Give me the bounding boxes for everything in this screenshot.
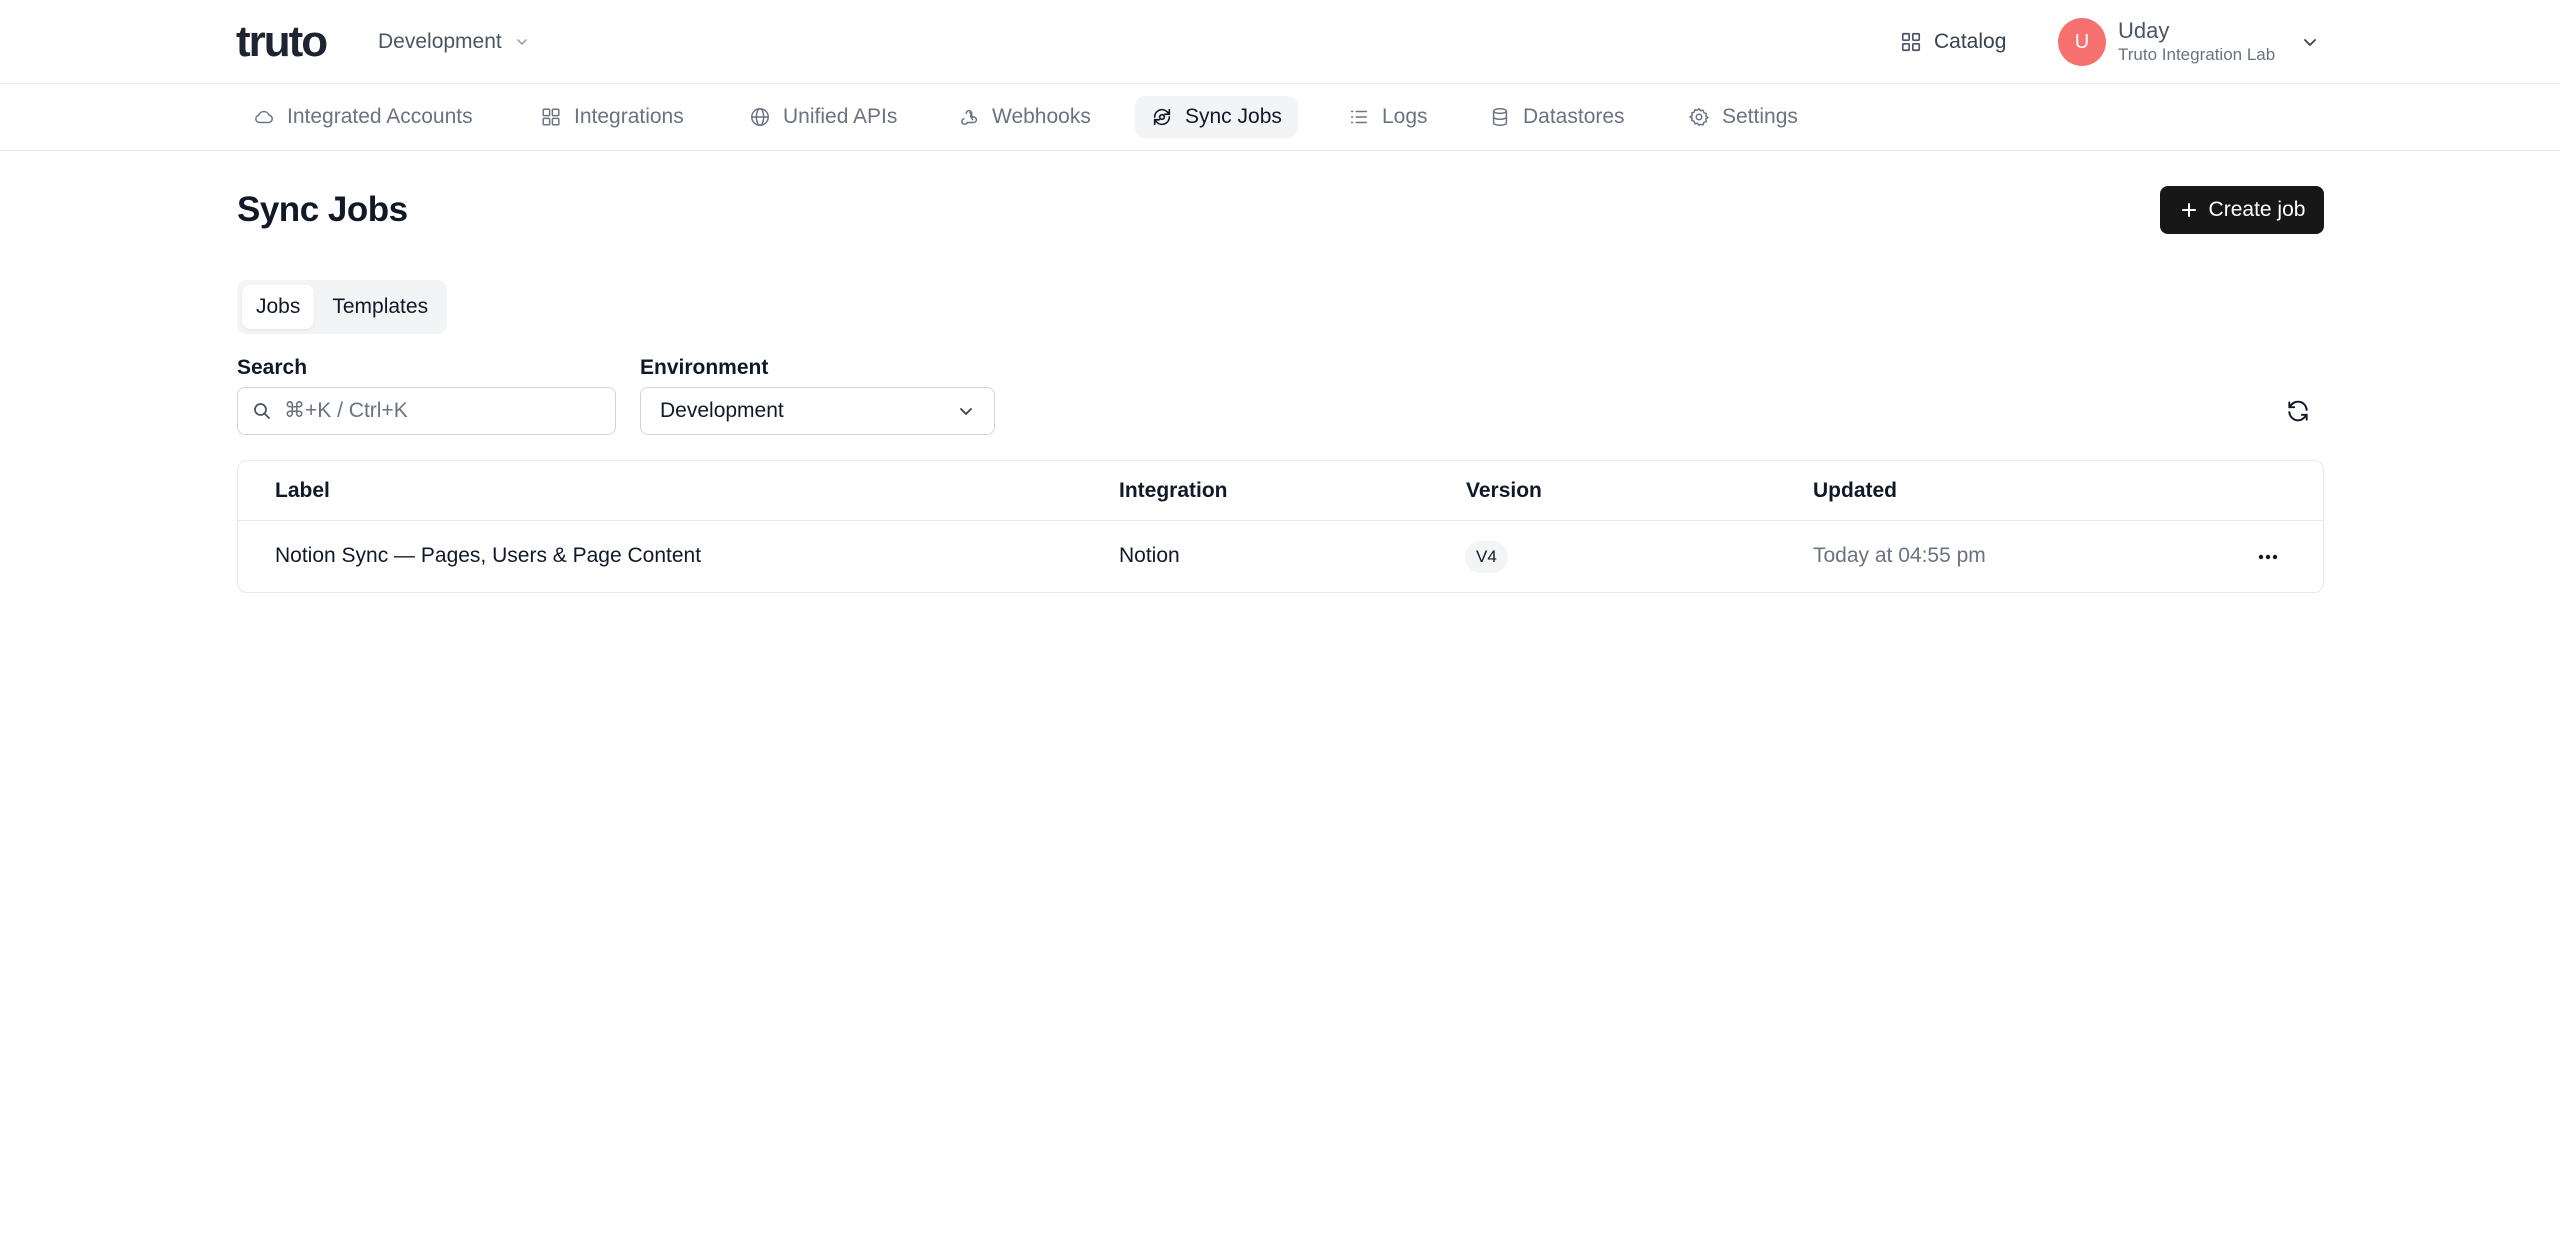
- environment-switcher-label: Development: [378, 30, 502, 53]
- nav-item-label: Datastores: [1523, 105, 1625, 128]
- nav-item-label: Integrations: [574, 105, 684, 128]
- database-icon: [1492, 108, 1508, 126]
- nav-item-integrations[interactable]: Integrations: [524, 96, 700, 138]
- nav-item-label: Integrated Accounts: [287, 105, 473, 128]
- environment-switcher[interactable]: Development: [378, 26, 530, 58]
- truto-logo[interactable]: truto: [236, 17, 328, 66]
- environment-label: Environment: [640, 356, 769, 379]
- create-job-label: Create job: [2208, 198, 2306, 221]
- refresh-button[interactable]: [2282, 395, 2314, 427]
- job-integration: Notion: [1119, 544, 1180, 567]
- tab-jobs[interactable]: Jobs: [242, 285, 315, 329]
- page-title: Sync Jobs: [237, 190, 408, 229]
- nav-item-settings[interactable]: Settings: [1672, 96, 1814, 138]
- nav-item-label: Sync Jobs: [1185, 105, 1282, 128]
- job-updated: Today at 04:55 pm: [1813, 544, 1986, 567]
- top-header: truto Development Catalog U Uday Truto I…: [0, 0, 2560, 84]
- row-actions-button[interactable]: [2248, 543, 2288, 571]
- nav-item-sync-jobs[interactable]: Sync Jobs: [1135, 96, 1298, 138]
- nav-item-label: Unified APIs: [783, 105, 898, 128]
- main-nav: Integrated Accounts Integrations Unified…: [0, 84, 2560, 151]
- search-field[interactable]: [237, 387, 616, 435]
- search-input[interactable]: [284, 399, 584, 423]
- user-menu[interactable]: U Uday Truto Integration Lab: [2058, 16, 2275, 68]
- search-icon: [254, 403, 270, 419]
- nav-item-label: Settings: [1722, 105, 1798, 128]
- column-header-version: Version: [1466, 479, 1542, 502]
- chevron-down-icon[interactable]: [2300, 32, 2320, 52]
- nav-item-label: Webhooks: [992, 105, 1091, 128]
- more-horizontal-icon: [2258, 554, 2278, 560]
- globe-icon: [751, 108, 769, 126]
- column-header-updated: Updated: [1813, 479, 1897, 502]
- catalog-button[interactable]: Catalog: [1900, 24, 2006, 60]
- nav-item-logs[interactable]: Logs: [1332, 96, 1444, 138]
- user-name: Uday: [2118, 18, 2170, 43]
- catalog-label: Catalog: [1934, 30, 2007, 53]
- nav-item-datastores[interactable]: Datastores: [1473, 96, 1641, 138]
- nav-item-unified-apis[interactable]: Unified APIs: [733, 96, 913, 138]
- table-row[interactable]: Notion Sync — Pages, Users & Page Conten…: [238, 521, 2323, 592]
- search-label: Search: [237, 356, 308, 379]
- webhook-icon: [961, 109, 978, 125]
- job-label: Notion Sync — Pages, Users & Page Conten…: [275, 544, 702, 567]
- list-icon: [1350, 110, 1368, 124]
- column-header-label: Label: [275, 479, 330, 502]
- chevron-down-icon: [516, 39, 527, 45]
- sync-icon: [1153, 108, 1171, 126]
- environment-select[interactable]: Development: [640, 387, 995, 435]
- column-header-integration: Integration: [1119, 479, 1228, 502]
- view-tabs: Jobs Templates: [237, 280, 447, 334]
- grid-icon: [1901, 32, 1921, 52]
- plus-icon: [2181, 203, 2196, 217]
- gear-icon: [1689, 107, 1709, 127]
- user-info: Uday Truto Integration Lab: [2118, 18, 2275, 66]
- grid-icon: [542, 108, 560, 126]
- create-job-button[interactable]: Create job: [2160, 186, 2324, 234]
- nav-item-label: Logs: [1382, 105, 1428, 128]
- chevron-down-icon: [960, 408, 972, 415]
- user-org: Truto Integration Lab: [2118, 45, 2276, 64]
- refresh-icon: [2288, 400, 2308, 422]
- sync-jobs-table: Label Integration Version Updated Notion…: [237, 460, 2324, 593]
- tab-templates[interactable]: Templates: [318, 285, 442, 329]
- avatar: U: [2058, 18, 2106, 66]
- table-header: Label Integration Version Updated: [238, 461, 2323, 521]
- version-badge: V4: [1465, 541, 1508, 573]
- nav-item-integrated-accounts[interactable]: Integrated Accounts: [237, 96, 489, 138]
- environment-select-value: Development: [660, 399, 784, 422]
- cloud-icon: [255, 110, 273, 124]
- logo-text: truto: [236, 17, 328, 66]
- nav-item-webhooks[interactable]: Webhooks: [942, 96, 1107, 138]
